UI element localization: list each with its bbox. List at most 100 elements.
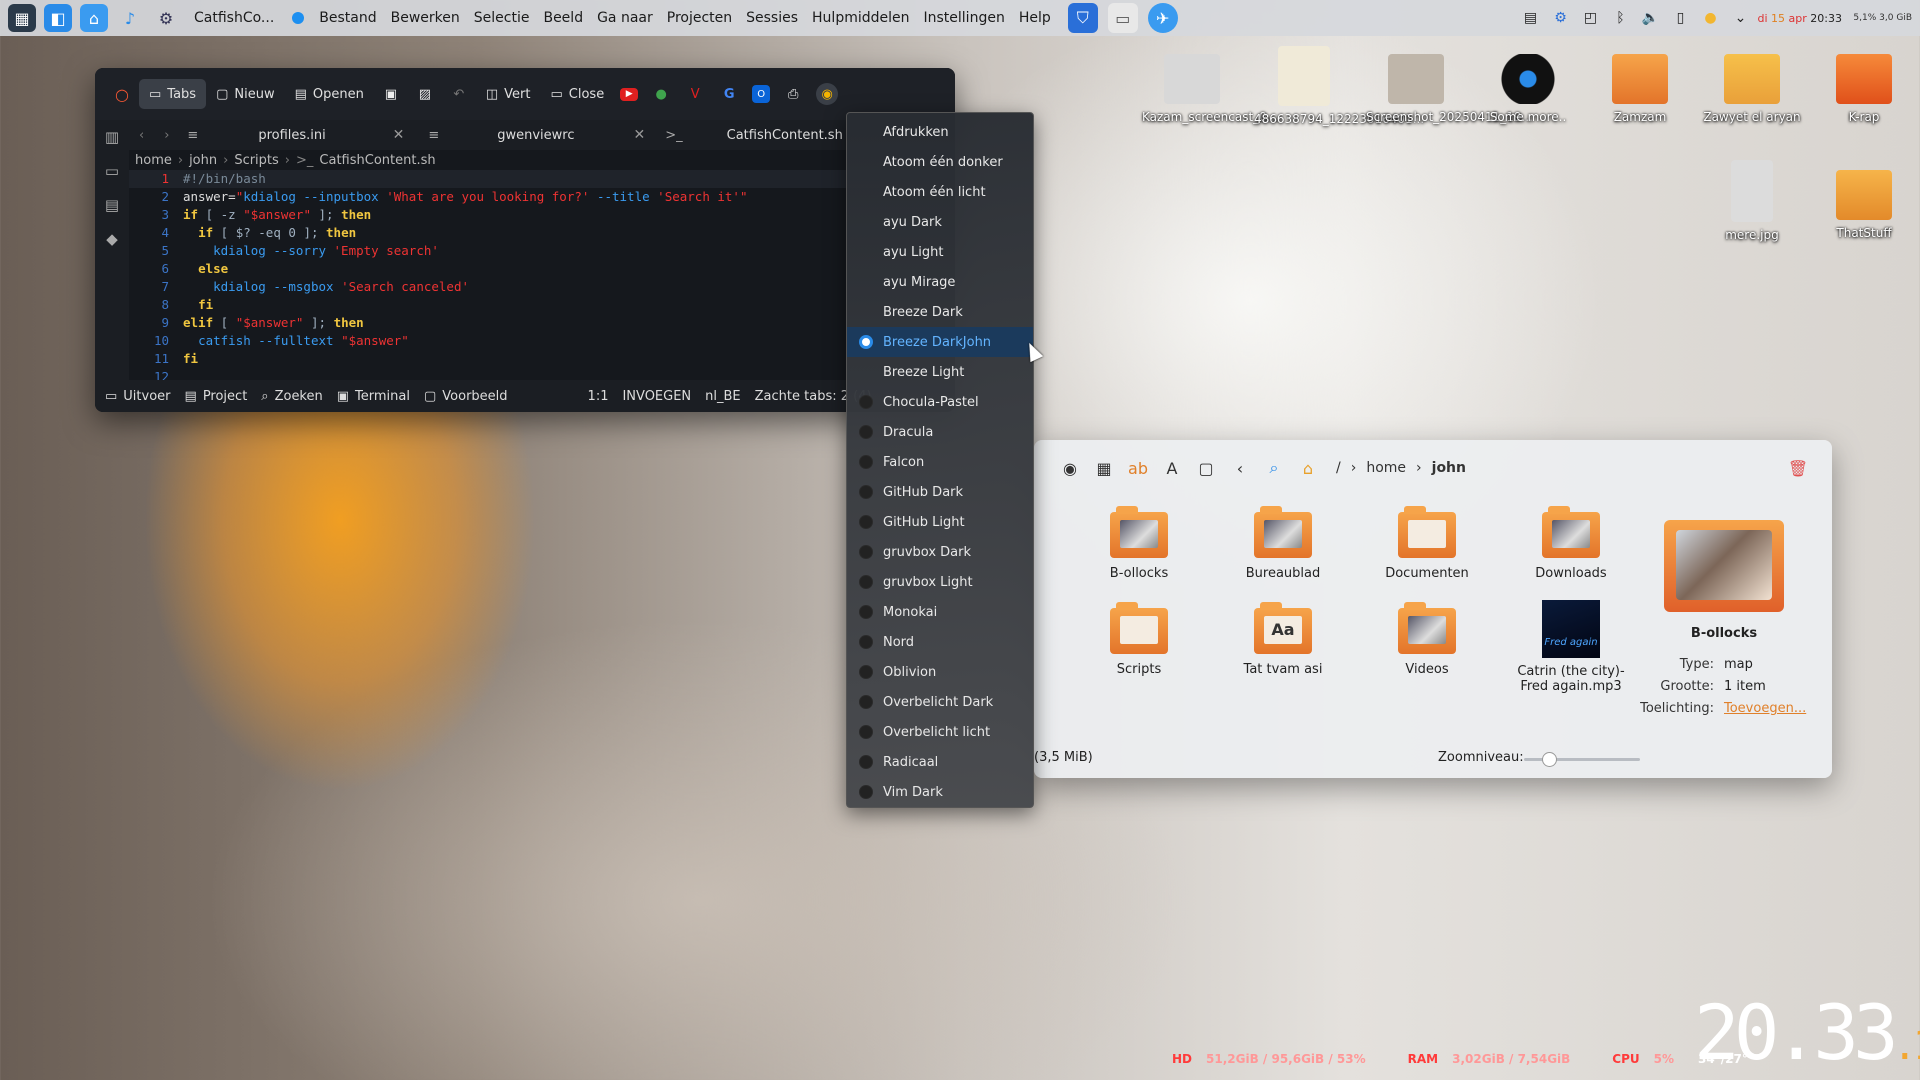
menu-selectie[interactable]: Selectie (467, 10, 537, 26)
tab-gwenviewrc[interactable]: gwenviewrc ✕ (449, 120, 659, 150)
project-button[interactable]: ▤ Project (185, 389, 248, 404)
forward-arrow-icon[interactable]: › (164, 128, 169, 143)
theme-menu-item[interactable]: Breeze Dark (847, 297, 1033, 327)
desktop-icon-zawyet-el-aryan[interactable]: Zawyet el aryan (1702, 54, 1802, 124)
weather-icon[interactable]: ● (1696, 10, 1726, 26)
split-vertical-button[interactable]: ◫ Vert (476, 79, 541, 109)
print-icon[interactable]: ⎙ (782, 83, 804, 105)
search-icon[interactable]: ⌕ (1260, 454, 1288, 482)
desktop-icon-kazam[interactable]: Kazam_screencast_0... (1142, 54, 1278, 124)
rename-icon[interactable]: ab (1124, 454, 1152, 482)
google-icon[interactable]: G (718, 83, 740, 105)
home-folder-launcher-icon[interactable]: ⌂ (80, 4, 108, 32)
code-line[interactable]: 7 kdialog --msgbox 'Search canceled' (129, 278, 955, 296)
tray-expand-chevron-icon[interactable]: ⌄ (1726, 10, 1756, 26)
document-list-icon[interactable]: ≡ (187, 128, 198, 143)
breadcrumb-home[interactable]: home (135, 153, 172, 168)
code-line[interactable]: 8 fi (129, 296, 955, 314)
folder-documenten[interactable]: Documenten (1362, 506, 1492, 581)
window-switcher-icon[interactable]: ▭ (1107, 3, 1138, 33)
volume-icon[interactable]: 🔈 (1636, 10, 1666, 26)
zoom-slider-handle[interactable] (1542, 752, 1557, 767)
active-window-title[interactable]: CatfishCo... (194, 10, 274, 26)
cursor-position[interactable]: 1:1 (588, 389, 609, 404)
tabs-button[interactable]: ▭ Tabs (139, 79, 207, 109)
open-button[interactable]: ▤ Openen (285, 79, 374, 109)
tab-profiles-ini[interactable]: profiles.ini ✕ (218, 120, 418, 150)
git-icon[interactable]: ◆ (95, 222, 129, 256)
grid-view-icon[interactable]: ▦ (1090, 454, 1118, 482)
theme-menu-item[interactable]: GitHub Light (847, 507, 1033, 537)
new-button[interactable]: ▢ Nieuw (206, 79, 285, 109)
theme-menu-item[interactable]: Falcon (847, 447, 1033, 477)
folder-tat-tvam-asi[interactable]: Aa Tat tvam asi (1218, 602, 1348, 677)
theme-menu-item[interactable]: Overbelicht Dark (847, 687, 1033, 717)
zoom-slider[interactable] (1524, 752, 1640, 767)
file-catrin-mp3[interactable]: Fred again Catrin (the city)-Fred again.… (1506, 600, 1636, 694)
code-line[interactable]: 5 kdialog --sorry 'Empty search' (129, 242, 955, 260)
preview-button[interactable]: ▢ Voorbeeld (424, 389, 508, 404)
add-comment-link[interactable]: Toevoegen... (1724, 701, 1806, 719)
close-split-button[interactable]: ▭ Close (540, 79, 614, 109)
panel-clock[interactable]: di 15 apr 20:33 (1758, 12, 1843, 25)
folder-scripts[interactable]: Scripts (1074, 602, 1204, 677)
code-line[interactable]: 3 if [ -z "$answer" ]; then (129, 206, 955, 224)
code-editor-area[interactable]: 1 #!/bin/bash 2 answer="kdialog --inputbox … (129, 170, 955, 384)
documents-icon[interactable]: ▥ (95, 120, 129, 154)
theme-menu-item[interactable]: Oblivion (847, 657, 1033, 687)
back-arrow-icon[interactable]: ‹ (139, 128, 144, 143)
search-button[interactable]: ⌕ Zoeken (261, 389, 322, 404)
outlook-icon[interactable]: O (752, 85, 771, 103)
menu-beeld[interactable]: Beeld (536, 10, 590, 26)
trash-icon[interactable]: 🗑 (1784, 454, 1812, 482)
new-file-icon[interactable]: ▢ (1192, 454, 1220, 482)
theme-menu-item[interactable]: ayu Dark (847, 207, 1033, 237)
desktop-icon-thatstuff[interactable]: ThatStuff (1814, 170, 1914, 240)
code-line[interactable]: 10 catfish --fulltext "$answer" (129, 332, 955, 350)
eye-icon[interactable]: ◉ (1056, 454, 1084, 482)
desktop-icon-zamzam[interactable]: Zamzam (1590, 54, 1690, 124)
menu-help[interactable]: Help (1012, 10, 1058, 26)
breadcrumb-scripts[interactable]: Scripts (234, 153, 278, 168)
app-circle-icon[interactable]: ○ (111, 83, 133, 105)
projects-icon[interactable]: ▤ (95, 188, 129, 222)
font-icon[interactable]: A (1158, 454, 1186, 482)
battery-icon[interactable]: ▯ (1666, 10, 1696, 26)
code-line[interactable]: 4 if [ $? -eq 0 ]; then (129, 224, 955, 242)
home-folder-icon[interactable]: ⌂ (1294, 454, 1322, 482)
desktop-icon-some-more[interactable]: Some more.. (1478, 54, 1578, 124)
music-launcher-icon[interactable]: ♪ (116, 4, 144, 32)
menu-sessies[interactable]: Sessies (739, 10, 805, 26)
menu-projecten[interactable]: Projecten (660, 10, 739, 26)
code-line[interactable]: 11 fi (129, 350, 955, 368)
code-line[interactable]: 1 #!/bin/bash (129, 170, 955, 188)
theme-menu-item[interactable]: Chocula-Pastel (847, 387, 1033, 417)
theme-menu-item[interactable]: Atoom één licht (847, 177, 1033, 207)
settings-tray-icon[interactable]: ⚙ (1546, 10, 1576, 26)
kde-connect-icon[interactable]: ✈ (1147, 3, 1178, 33)
close-tab-icon[interactable]: ✕ (633, 127, 645, 143)
menu-ga-naar[interactable]: Ga naar (590, 10, 660, 26)
theme-menu-item[interactable]: GitHub Dark (847, 477, 1033, 507)
folder-b-ollocks[interactable]: B-ollocks (1074, 506, 1204, 581)
code-line[interactable]: 6 else (129, 260, 955, 278)
theme-menu-item[interactable]: ayu Light (847, 237, 1033, 267)
undo-icon[interactable]: ↶ (448, 83, 470, 105)
breadcrumb-root[interactable]: / (1336, 460, 1341, 476)
theme-menu-item[interactable]: Vim Dark (847, 777, 1033, 807)
save-icon[interactable]: ▣ (380, 83, 402, 105)
terminal-button[interactable]: ▣ Terminal (337, 389, 410, 404)
system-settings-icon[interactable]: ⚙ (152, 4, 180, 32)
theme-menu-item[interactable]: gruvbox Dark (847, 537, 1033, 567)
input-mode[interactable]: INVOEGEN (622, 389, 691, 404)
menu-bewerken[interactable]: Bewerken (384, 10, 467, 26)
theme-menu-item[interactable]: Breeze DarkJohn (847, 327, 1033, 357)
theme-menu-item[interactable]: Atoom één donker (847, 147, 1033, 177)
code-line[interactable]: 9 elif [ "$answer" ]; then (129, 314, 955, 332)
app-launcher-icon[interactable]: ▦ (8, 4, 36, 32)
tab-catfishcontent-sh[interactable]: CatfishContent.sh (689, 120, 843, 150)
theme-menu-item[interactable]: Overbelicht licht (847, 717, 1033, 747)
system-monitor-widget[interactable]: 5,1% 3,0 GiB (1848, 12, 1912, 24)
language-indicator[interactable]: nl_BE (705, 389, 740, 404)
output-button[interactable]: ▭ Uitvoer (105, 389, 171, 404)
